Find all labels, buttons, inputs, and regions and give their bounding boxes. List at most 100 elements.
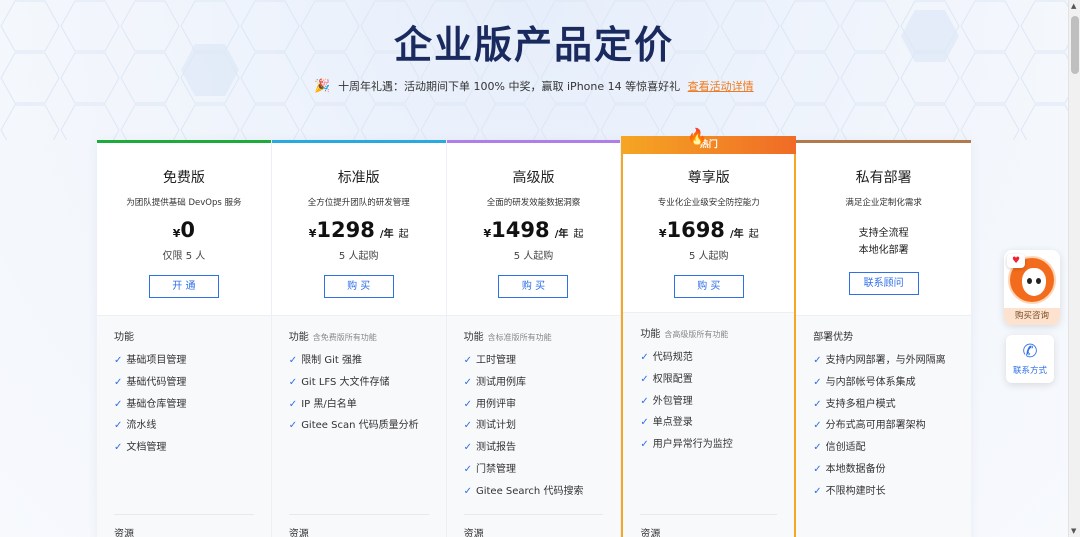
plan-seat-note: 仅限 5 人 [162,251,206,262]
check-icon: ✓ [463,398,472,410]
feature-item: ✓ 测试计划 [464,415,604,437]
activate-button[interactable]: 开 通 [148,275,219,298]
feature-item: ✓ Gitee Search 代码搜索 [464,481,604,503]
feature-list: ✓ 限制 Git 强推 ✓ Git LFS 大文件存储 ✓ IP 黑/白名单 ✓ Git… [289,350,429,437]
hot-badge: 🔥 热门 [621,128,797,154]
check-icon: ✓ [114,420,123,432]
features-title: 功能 [114,332,134,343]
price-unit: /年 [379,229,394,240]
promo-details-link[interactable]: 查看活动详情 [688,80,754,93]
feature-item: ✓ 工时管理 [464,350,604,372]
feature-item: ✓ 权限配置 [640,369,777,391]
features-heading: 功能 含标准版所有功能 [464,328,604,343]
feature-label: 基础代码管理 [126,376,187,388]
feature-item: ✓ 用户异常行为监控 [640,434,777,456]
feature-label: IP 黑/白名单 [301,398,357,410]
contact-widget[interactable]: ✆ 联系方式 [1006,335,1054,383]
feature-label: 流水线 [126,420,157,432]
price-value: 1298 [316,218,375,242]
purchase-consult-label: 购买咨询 [1004,308,1060,325]
mascot-avatar: ♥ [1007,254,1056,304]
check-icon: ✓ [813,420,822,432]
features-heading: 功能 [114,328,254,343]
price-unit: /年 [730,229,744,240]
plan-seat-note: 5 人起购 [338,251,379,262]
resources-heading: 资源 [114,529,134,537]
page-scrollbar[interactable]: ▲ ▼ [1068,0,1080,537]
contact-label: 联系方式 [1012,366,1047,376]
features-note: 含免费版所有功能 [312,333,377,342]
feature-label: Gitee Scan 代码质量分析 [301,420,419,432]
plan-card-free: 免费版 为团队提供基础 DevOps 服务 ¥0 仅限 5 人 开 通 功能 ✓… [97,140,272,537]
pricing-cards: 免费版 为团队提供基础 DevOps 服务 ¥0 仅限 5 人 开 通 功能 ✓… [97,128,971,537]
feature-item: ✓ 限制 Git 强推 [289,350,429,372]
feature-list: ✓ 工时管理 ✓ 测试用例库 ✓ 用例评审 ✓ 测试计划 ✓ 测试报告 ✓ 门禁管理 ✓ Gi… [464,350,604,503]
check-icon: ✓ [813,376,822,388]
feature-item: ✓ Gitee Scan 代码质量分析 [289,415,429,437]
features-heading: 功能 含高级版所有功能 [640,325,777,340]
feature-label: 权限配置 [652,373,693,385]
price-suffix: 起 [748,229,759,240]
plan-desc: 专业化企业级安全防控能力 [657,198,760,208]
feature-item: ✓ 分布式高可用部署架构 [813,415,954,437]
check-icon: ✓ [463,442,472,454]
summary-line: 本地化部署 [858,245,909,256]
check-icon: ✓ [813,442,822,454]
scrollbar-thumb[interactable] [1071,16,1079,74]
check-icon: ✓ [813,355,822,366]
feature-label: 测试计划 [475,420,516,432]
check-icon: ✓ [114,398,123,410]
check-icon: ✓ [813,398,822,410]
features-title: 功能 [463,332,484,343]
price-suffix: 起 [398,229,409,240]
buy-button[interactable]: 购 买 [323,275,394,298]
plan-card-private: 私有部署 满足企业定制化需求 支持全流程 本地化部署 联系顾问 部署优势 ✓ 支持… [796,140,971,537]
price-suffix: 起 [573,229,584,240]
check-icon: ✓ [640,439,649,451]
plan-desc: 满足企业定制化需求 [845,198,922,208]
features-title: 部署优势 [813,332,854,343]
feature-label: 外包管理 [652,395,693,407]
features-heading: 部署优势 [813,328,954,343]
price-unit: /年 [554,229,569,240]
buy-button[interactable]: 购 买 [673,275,744,298]
feature-item: ✓ 外包管理 [640,391,777,413]
deployment-summary: 支持全流程 本地化部署 [796,225,971,259]
feature-item: ✓ 基础代码管理 [114,372,254,394]
feature-label: 测试报告 [475,442,516,454]
purchase-consult-widget[interactable]: ♥ 购买咨询 [1004,250,1060,325]
resources-heading: 资源 [288,529,309,537]
scroll-up-icon[interactable]: ▲ [1071,2,1076,10]
check-icon: ✓ [114,355,123,366]
feature-label: 文档管理 [126,442,167,454]
feature-label: Gitee Search 代码搜索 [475,485,584,497]
features-note: 含标准版所有功能 [487,333,552,342]
plan-name: 免费版 [162,170,205,186]
scroll-down-icon[interactable]: ▼ [1071,527,1076,535]
plan-seat-note: 5 人起购 [513,251,554,262]
party-popper-icon: 🎉 [314,79,331,94]
plan-card-advanced: 高级版 全面的研发效能数据洞察 ¥1498 /年 起 5 人起购 购 买 功能含… [446,140,622,537]
feature-item: ✓ 文档管理 [114,437,254,459]
feature-item: ✓ 流水线 [114,415,254,437]
price-value: 0 [180,218,196,242]
feature-list: ✓ 支持内网部署，与外网隔离 ✓ 与内部帐号体系集成 ✓ 支持多租户模式 ✓ 分布式高可… [813,350,954,503]
feature-list: ✓ 代码规范 ✓ 权限配置 ✓ 外包管理 ✓ 单点登录 ✓ 用户异常行为监控 [640,347,777,456]
check-icon: ✓ [463,376,472,388]
check-icon: ✓ [463,463,472,475]
plan-price: ¥1298 /年 起 [272,218,446,242]
flame-icon: 🔥 [687,127,708,146]
feature-label: 基础项目管理 [126,355,187,366]
contact-advisor-button[interactable]: 联系顾问 [848,272,919,295]
buy-button[interactable]: 购 买 [498,275,569,298]
features-title: 功能 [288,332,309,343]
feature-label: 限制 Git 强推 [301,355,362,366]
plan-name: 高级版 [512,170,555,186]
check-icon: ✓ [463,420,472,432]
feature-item: ✓ 支持多租户模式 [813,394,954,416]
feature-item: ✓ 基础项目管理 [114,350,254,372]
plan-price: ¥1698 /年 起 [623,218,794,242]
feature-item: ✓ 测试报告 [464,437,604,459]
plan-card-standard: 标准版 全方位提升团队的研发管理 ¥1298 /年 起 5 人起购 购 买 功能… [271,140,447,537]
features-heading: 功能 含免费版所有功能 [289,328,429,343]
